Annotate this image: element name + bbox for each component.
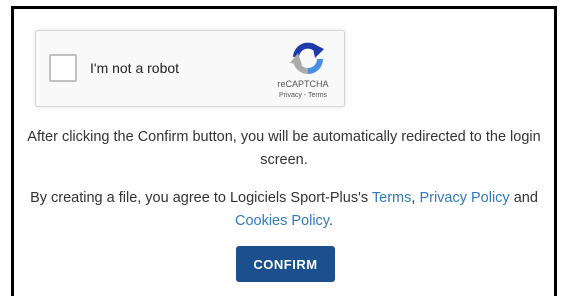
terms-link[interactable]: Terms [372,190,411,206]
recaptcha-checkbox-label[interactable]: I'm not a robot [90,60,179,76]
recaptcha-logo-icon [290,42,324,74]
recaptcha-links: Privacy - Terms [263,91,343,100]
agreement-text: By creating a file, you agree to Logicie… [24,187,544,233]
agreement-suffix: . [329,213,334,229]
agreement-prefix: By creating a file, you agree to Logicie… [30,190,372,206]
recaptcha-widget: I'm not a robot reCAPTCHA Privacy - Term… [35,30,345,107]
recaptcha-checkbox[interactable] [49,54,77,82]
recaptcha-privacy-link[interactable]: Privacy [279,92,302,99]
cookies-policy-link[interactable]: Cookies Policy [235,213,329,229]
recaptcha-brand-text: reCAPTCHA [277,79,329,89]
redirect-notice: After clicking the Confirm button, you w… [27,129,541,168]
confirm-button[interactable]: CONFIRM [236,246,335,282]
agreement-and: and [509,190,538,206]
privacy-policy-link[interactable]: Privacy Policy [419,190,509,206]
dialog-frame: I'm not a robot reCAPTCHA Privacy - Term… [11,6,557,296]
recaptcha-terms-link[interactable]: Terms [308,92,327,99]
